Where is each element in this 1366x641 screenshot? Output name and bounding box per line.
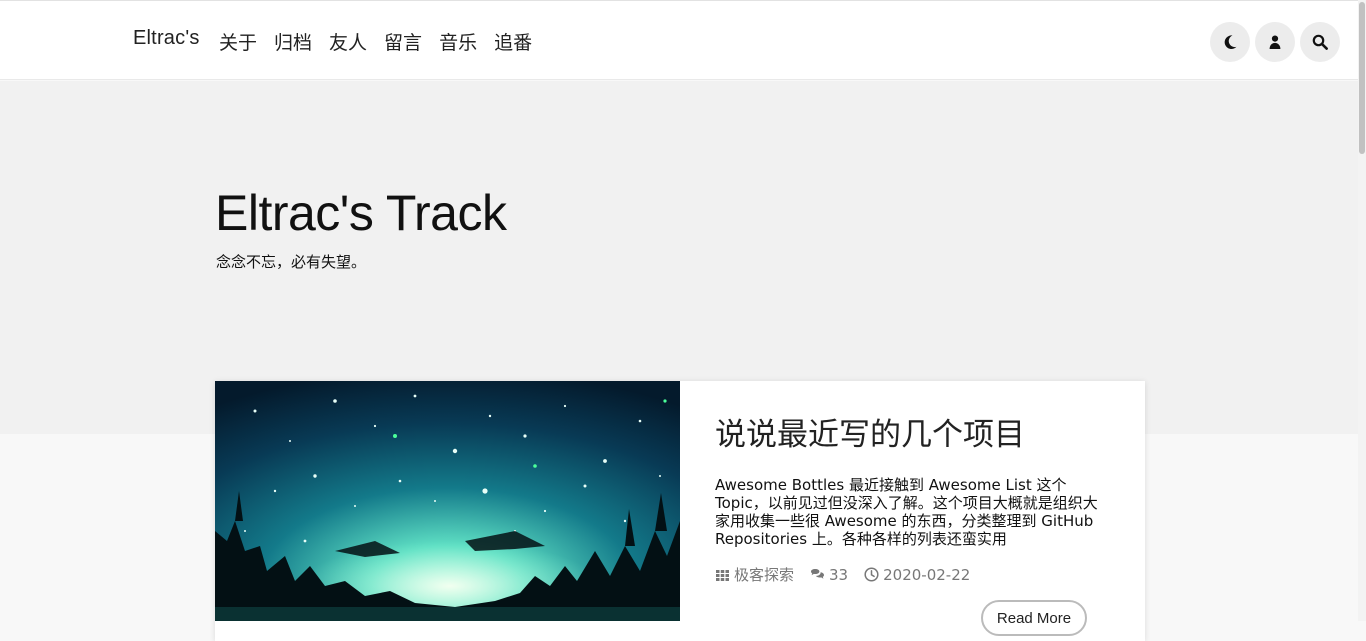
- nav-link-friends[interactable]: 友人: [329, 28, 367, 55]
- nav-link-archive[interactable]: 归档: [274, 28, 312, 55]
- site-brand-link[interactable]: Eltrac's: [133, 27, 200, 50]
- main-nav: 关于 归档 友人 留言 音乐 追番: [219, 28, 532, 55]
- starry-sky-illustration: [215, 381, 680, 621]
- site-title: Eltrac's Track: [215, 185, 507, 241]
- search-button[interactable]: [1300, 22, 1340, 62]
- post-date: 2020-02-22: [864, 564, 970, 585]
- top-navbar: Eltrac's 关于 归档 友人 留言 音乐 追番: [0, 0, 1358, 80]
- post-comment-count: 33: [829, 565, 849, 584]
- nav-link-guestbook[interactable]: 留言: [384, 28, 422, 55]
- post-category-label: 极客探索: [734, 566, 795, 584]
- dark-mode-toggle-button[interactable]: [1210, 22, 1250, 62]
- scrollbar-thumb[interactable]: [1359, 2, 1365, 154]
- moon-icon: [1224, 35, 1237, 50]
- post-meta: 极客探索 33 2020-02-22: [715, 564, 970, 585]
- site-subtitle: 念念不忘，必有失望。: [216, 253, 367, 271]
- post-cover-image[interactable]: [215, 381, 680, 621]
- user-icon: [1269, 35, 1281, 49]
- read-more-button[interactable]: Read More: [981, 600, 1087, 636]
- post-excerpt: Awesome Bottles 最近接触到 Awesome List 这个 To…: [715, 476, 1098, 548]
- grid-icon: [716, 570, 729, 581]
- nav-link-about[interactable]: 关于: [219, 28, 257, 55]
- search-icon: [1312, 34, 1328, 50]
- nav-link-music[interactable]: 音乐: [439, 28, 477, 55]
- nav-link-anime[interactable]: 追番: [494, 28, 532, 55]
- clock-icon: [864, 567, 879, 582]
- comments-icon: [811, 569, 825, 579]
- post-card: 说说最近写的几个项目 Awesome Bottles 最近接触到 Awesome…: [215, 381, 1145, 641]
- page-scrollbar[interactable]: [1358, 0, 1366, 621]
- user-button[interactable]: [1255, 22, 1295, 62]
- post-comments[interactable]: 33: [810, 564, 848, 585]
- post-category[interactable]: 极客探索: [715, 564, 794, 585]
- post-title[interactable]: 说说最近写的几个项目: [715, 409, 1025, 454]
- post-date-label: 2020-02-22: [883, 565, 971, 584]
